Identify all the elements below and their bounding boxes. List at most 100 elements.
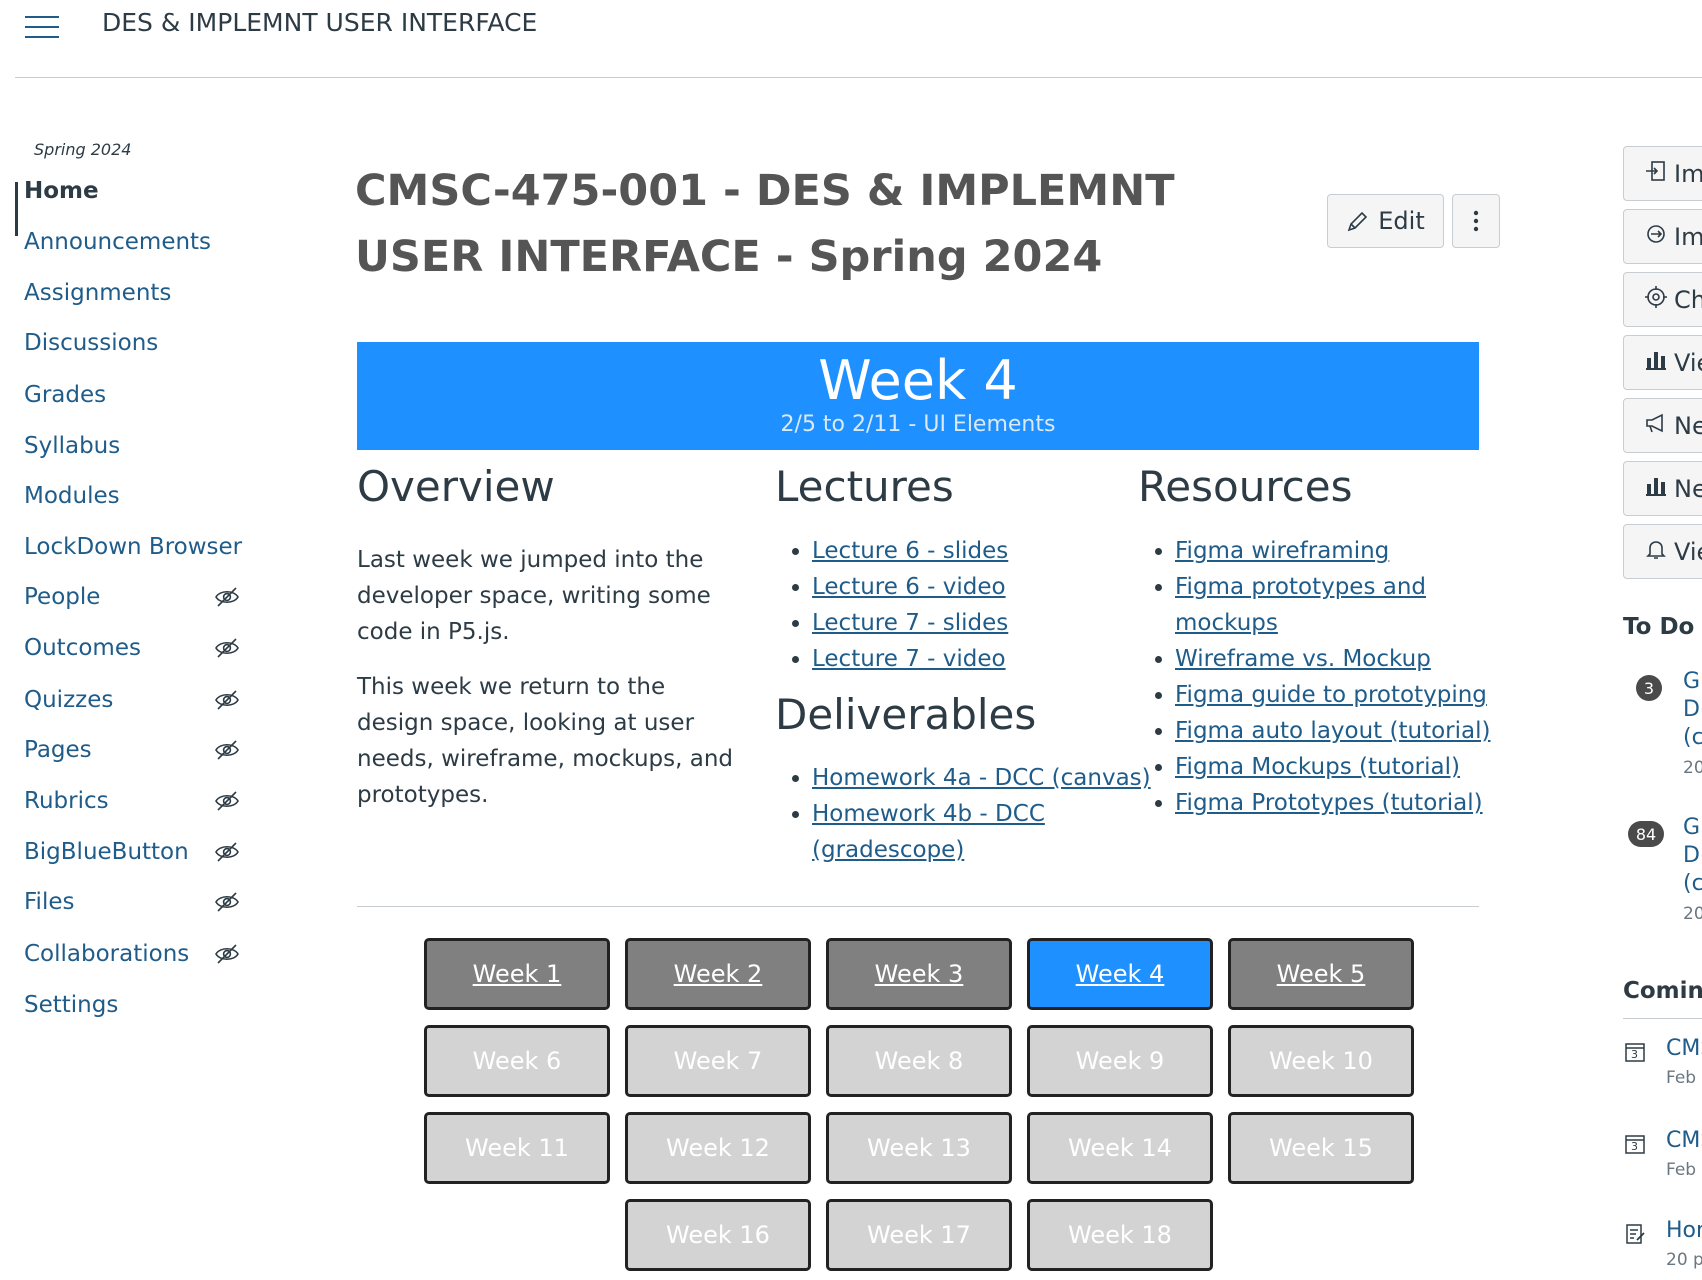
coming-up-item-meta: 20 p [1666,1250,1702,1270]
todo-item-text[interactable]: Gr [1683,668,1702,696]
week-banner: Week 4 2/5 to 2/11 - UI Elements [357,342,1479,450]
resources-link[interactable]: Figma Prototypes (tutorial) [1175,790,1483,816]
sidebar-button-1[interactable]: Im [1623,146,1702,201]
coming-up-item-title[interactable]: CMS [1666,1128,1702,1153]
week-button-15[interactable]: Week 15 [1228,1112,1414,1184]
nav-item-syllabus[interactable]: Syllabus [24,433,120,459]
import-commons-icon [1644,222,1668,252]
lectures-list-item: Lecture 7 - slides [812,605,1172,641]
deliverables-link[interactable]: Homework 4b - DCC (gradescope) [812,801,1045,863]
deliverables-link[interactable]: Homework 4a - DCC (canvas) [812,765,1151,791]
page-title: CMSC-475-001 - DES & IMPLEMNT USER INTER… [355,166,1175,282]
week-button-4[interactable]: Week 4 [1027,938,1213,1010]
nav-item-lockdown-browser[interactable]: LockDown Browser [24,534,242,560]
todo-item-text[interactable]: D( [1683,842,1702,870]
resources-link[interactable]: Figma auto layout (tutorial) [1175,718,1490,744]
nav-item-announcements[interactable]: Announcements [24,229,211,255]
nav-item-bigbluebutton[interactable]: BigBlueButton [24,839,189,865]
resources-link[interactable]: Figma guide to prototyping [1175,682,1487,708]
lectures-link[interactable]: Lecture 7 - video [812,646,1006,672]
sidebar-button-5[interactable]: Ne [1623,398,1702,453]
nav-item-files[interactable]: Files [24,889,74,915]
week-button-3[interactable]: Week 3 [826,938,1012,1010]
resources-list-item: Figma Prototypes (tutorial) [1175,785,1520,821]
hidden-from-students-icon [214,586,240,608]
sidebar-button-2[interactable]: Im [1623,209,1702,264]
nav-item-settings[interactable]: Settings [24,992,118,1018]
nav-item-people[interactable]: People [24,584,100,610]
lectures-link[interactable]: Lecture 7 - slides [812,610,1008,636]
deliverables-list: Homework 4a - DCC (canvas) Homework 4b - … [775,760,1187,868]
resources-link[interactable]: Figma wireframing [1175,538,1389,564]
todo-item-text[interactable]: (ca [1683,724,1702,752]
sidebar-button-6[interactable]: Ne [1623,461,1702,516]
week-button-16[interactable]: Week 16 [625,1199,811,1271]
hidden-from-students-icon [214,891,240,913]
nav-item-outcomes[interactable]: Outcomes [24,635,141,661]
bar-chart-icon [1644,348,1668,378]
week-button-1[interactable]: Week 1 [424,938,610,1010]
sidebar-button-label: Ch [1674,285,1702,314]
week-button-8[interactable]: Week 8 [826,1025,1012,1097]
todo-heading: To Do [1623,614,1695,640]
sidebar-button-label: Vie [1674,537,1702,566]
nav-item-rubrics[interactable]: Rubrics [24,788,109,814]
week-button-6[interactable]: Week 6 [424,1025,610,1097]
resources-link[interactable]: Figma Mockups (tutorial) [1175,754,1460,780]
week-button-7[interactable]: Week 7 [625,1025,811,1097]
nav-item-assignments[interactable]: Assignments [24,280,171,306]
more-options-button[interactable] [1452,194,1500,248]
content-divider [357,906,1479,907]
nav-item-home[interactable]: Home [24,178,99,204]
week-button-9[interactable]: Week 9 [1027,1025,1213,1097]
nav-item-grades[interactable]: Grades [24,382,106,408]
hidden-from-students-icon [214,841,240,863]
nav-item-discussions[interactable]: Discussions [24,330,158,356]
hidden-from-students-icon [214,739,240,761]
edit-button[interactable]: Edit [1327,194,1444,248]
kebab-menu-icon [1473,210,1479,232]
coming-up-item-title[interactable]: CMS [1666,1036,1702,1061]
nav-item-modules[interactable]: Modules [24,483,120,509]
todo-item-text[interactable]: Gr [1683,814,1702,842]
todo-item-text[interactable]: D( [1683,696,1702,724]
sidebar-button-3[interactable]: Ch [1623,272,1702,327]
course-breadcrumb[interactable]: DES & IMPLEMNT USER INTERFACE [102,8,537,37]
nav-item-pages[interactable]: Pages [24,737,92,763]
todo-item-text[interactable]: (ca [1683,870,1702,898]
week-button-14[interactable]: Week 14 [1027,1112,1213,1184]
resources-link[interactable]: Figma prototypes and mockups [1175,574,1426,636]
calendar-icon: 3 [1624,1133,1646,1155]
lectures-link[interactable]: Lecture 6 - slides [812,538,1008,564]
lectures-list-item: Lecture 6 - slides [812,533,1172,569]
resources-list-item: Wireframe vs. Mockup [1175,641,1520,677]
lectures-list: Lecture 6 - slides Lecture 6 - video Lectu… [775,533,1172,677]
week-button-5[interactable]: Week 5 [1228,938,1414,1010]
week-button-11[interactable]: Week 11 [424,1112,610,1184]
resources-heading: Resources [1138,462,1353,511]
coming-up-item-title[interactable]: Hon [1666,1218,1702,1243]
pencil-icon [1347,211,1368,232]
assignment-icon [1624,1223,1646,1245]
hidden-from-students-icon [214,637,240,659]
sidebar-button-4[interactable]: Vie [1623,335,1702,390]
week-button-2[interactable]: Week 2 [625,938,811,1010]
todo-count-badge: 3 [1636,675,1662,701]
nav-item-collaborations[interactable]: Collaborations [24,941,189,967]
week-button-13[interactable]: Week 13 [826,1112,1012,1184]
todo-item-meta: 20 [1683,904,1702,924]
week-button-12[interactable]: Week 12 [625,1112,811,1184]
resources-list-item: Figma Mockups (tutorial) [1175,749,1520,785]
resources-link[interactable]: Wireframe vs. Mockup [1175,646,1431,672]
week-button-10[interactable]: Week 10 [1228,1025,1414,1097]
lectures-link[interactable]: Lecture 6 - video [812,574,1006,600]
nav-item-quizzes[interactable]: Quizzes [24,687,113,713]
week-button-17[interactable]: Week 17 [826,1199,1012,1271]
term-label: Spring 2024 [34,140,132,159]
week-button-18[interactable]: Week 18 [1027,1199,1213,1271]
hidden-from-students-icon [214,943,240,965]
sidebar-button-7[interactable]: Vie [1623,524,1702,579]
header-divider [15,77,1702,78]
hamburger-menu-icon[interactable] [22,12,62,42]
lectures-list-item: Lecture 6 - video [812,569,1172,605]
